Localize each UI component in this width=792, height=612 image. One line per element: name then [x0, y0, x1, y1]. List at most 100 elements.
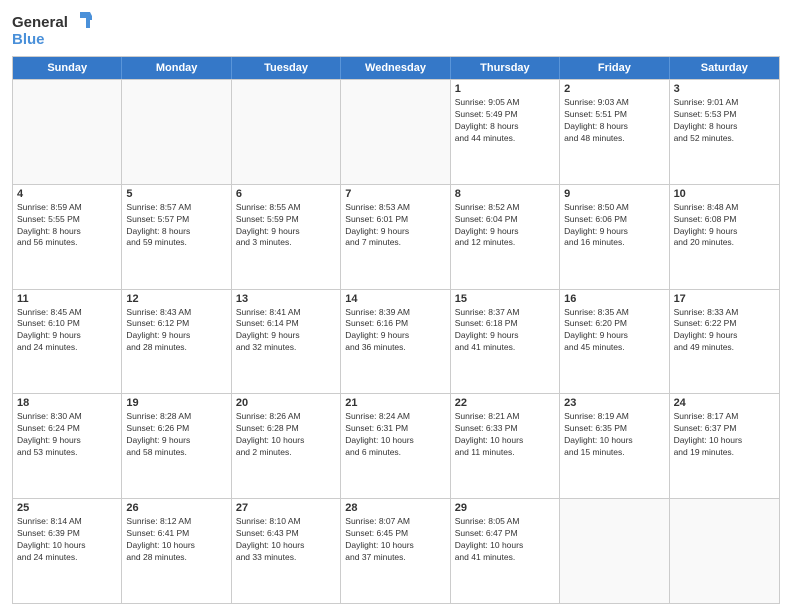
day-info: Sunrise: 8:05 AM Sunset: 6:47 PM Dayligh…: [455, 516, 555, 564]
day-number: 19: [126, 397, 226, 409]
day-info: Sunrise: 8:10 AM Sunset: 6:43 PM Dayligh…: [236, 516, 336, 564]
day-number: 29: [455, 502, 555, 514]
day-cell-22: 22Sunrise: 8:21 AM Sunset: 6:33 PM Dayli…: [451, 394, 560, 498]
day-cell-15: 15Sunrise: 8:37 AM Sunset: 6:18 PM Dayli…: [451, 290, 560, 394]
day-info: Sunrise: 8:07 AM Sunset: 6:45 PM Dayligh…: [345, 516, 445, 564]
day-number: 11: [17, 293, 117, 305]
day-number: 8: [455, 188, 555, 200]
day-info: Sunrise: 8:45 AM Sunset: 6:10 PM Dayligh…: [17, 307, 117, 355]
day-cell-2: 2 Sunrise: 9:03 AM Sunset: 5:51 PM Daylig…: [560, 80, 669, 184]
day-cell-25: 25 Sunrise: 8:14 AM Sunset: 6:39 PM Dayli…: [13, 499, 122, 603]
day-number: 13: [236, 293, 336, 305]
day-info: Sunrise: 8:50 AM Sunset: 6:06 PM Dayligh…: [564, 202, 664, 250]
day-header-monday: Monday: [122, 57, 231, 79]
day-info: Sunrise: 8:37 AM Sunset: 6:18 PM Dayligh…: [455, 307, 555, 355]
day-number: 1: [455, 83, 555, 95]
day-info: Sunrise: 9:01 AM Sunset: 5:53 PM Dayligh…: [674, 97, 775, 145]
logo-icon: General Blue: [12, 10, 92, 50]
day-number: 28: [345, 502, 445, 514]
day-cell-12: 12 Sunrise: 8:43 AM Sunset: 6:12 PM Dayli…: [122, 290, 231, 394]
day-cell-empty-0-2: [232, 80, 341, 184]
day-cell-14: 14Sunrise: 8:39 AM Sunset: 6:16 PM Dayli…: [341, 290, 450, 394]
day-number: 26: [126, 502, 226, 514]
calendar-header: SundayMondayTuesdayWednesdayThursdayFrid…: [13, 57, 779, 79]
day-number: 2: [564, 83, 664, 95]
calendar: SundayMondayTuesdayWednesdayThursdayFrid…: [12, 56, 780, 604]
day-cell-28: 28 Sunrise: 8:07 AM Sunset: 6:45 PM Dayli…: [341, 499, 450, 603]
day-cell-8: 8Sunrise: 8:52 AM Sunset: 6:04 PM Daylig…: [451, 185, 560, 289]
day-cell-1: 1 Sunrise: 9:05 AM Sunset: 5:49 PM Daylig…: [451, 80, 560, 184]
day-number: 25: [17, 502, 117, 514]
day-number: 20: [236, 397, 336, 409]
day-cell-empty-4-5: [560, 499, 669, 603]
day-info: Sunrise: 8:48 AM Sunset: 6:08 PM Dayligh…: [674, 202, 775, 250]
day-cell-empty-0-3: [341, 80, 450, 184]
day-cell-11: 11 Sunrise: 8:45 AM Sunset: 6:10 PM Dayli…: [13, 290, 122, 394]
day-info: Sunrise: 8:26 AM Sunset: 6:28 PM Dayligh…: [236, 411, 336, 459]
day-cell-24: 24 Sunrise: 8:17 AM Sunset: 6:37 PM Dayli…: [670, 394, 779, 498]
day-cell-18: 18 Sunrise: 8:30 AM Sunset: 6:24 PM Dayli…: [13, 394, 122, 498]
day-info: Sunrise: 8:28 AM Sunset: 6:26 PM Dayligh…: [126, 411, 226, 459]
day-cell-7: 7 Sunrise: 8:53 AM Sunset: 6:01 PM Daylig…: [341, 185, 450, 289]
day-number: 6: [236, 188, 336, 200]
day-info: Sunrise: 8:24 AM Sunset: 6:31 PM Dayligh…: [345, 411, 445, 459]
svg-text:Blue: Blue: [12, 31, 45, 48]
day-cell-empty-0-1: [122, 80, 231, 184]
day-cell-empty-4-6: [670, 499, 779, 603]
day-cell-9: 9 Sunrise: 8:50 AM Sunset: 6:06 PM Daylig…: [560, 185, 669, 289]
day-info: Sunrise: 9:05 AM Sunset: 5:49 PM Dayligh…: [455, 97, 555, 145]
page: General Blue SundayMondayTuesdayWednesda…: [0, 0, 792, 612]
day-number: 9: [564, 188, 664, 200]
day-cell-17: 17Sunrise: 8:33 AM Sunset: 6:22 PM Dayli…: [670, 290, 779, 394]
calendar-row-2: 11 Sunrise: 8:45 AM Sunset: 6:10 PM Dayli…: [13, 289, 779, 394]
day-number: 18: [17, 397, 117, 409]
day-number: 21: [345, 397, 445, 409]
day-number: 27: [236, 502, 336, 514]
day-number: 10: [674, 188, 775, 200]
day-info: Sunrise: 8:59 AM Sunset: 5:55 PM Dayligh…: [17, 202, 117, 250]
day-number: 22: [455, 397, 555, 409]
day-cell-27: 27 Sunrise: 8:10 AM Sunset: 6:43 PM Dayli…: [232, 499, 341, 603]
day-number: 3: [674, 83, 775, 95]
day-cell-23: 23Sunrise: 8:19 AM Sunset: 6:35 PM Dayli…: [560, 394, 669, 498]
calendar-row-4: 25 Sunrise: 8:14 AM Sunset: 6:39 PM Dayli…: [13, 498, 779, 603]
day-header-tuesday: Tuesday: [232, 57, 341, 79]
day-number: 7: [345, 188, 445, 200]
day-number: 16: [564, 293, 664, 305]
day-header-sunday: Sunday: [13, 57, 122, 79]
day-cell-21: 21 Sunrise: 8:24 AM Sunset: 6:31 PM Dayli…: [341, 394, 450, 498]
day-cell-26: 26 Sunrise: 8:12 AM Sunset: 6:41 PM Dayli…: [122, 499, 231, 603]
calendar-row-1: 4 Sunrise: 8:59 AM Sunset: 5:55 PM Daylig…: [13, 184, 779, 289]
svg-text:General: General: [12, 14, 68, 31]
day-cell-empty-0-0: [13, 80, 122, 184]
day-info: Sunrise: 8:43 AM Sunset: 6:12 PM Dayligh…: [126, 307, 226, 355]
day-info: Sunrise: 8:12 AM Sunset: 6:41 PM Dayligh…: [126, 516, 226, 564]
day-cell-16: 16 Sunrise: 8:35 AM Sunset: 6:20 PM Dayli…: [560, 290, 669, 394]
calendar-row-0: 1 Sunrise: 9:05 AM Sunset: 5:49 PM Daylig…: [13, 79, 779, 184]
day-info: Sunrise: 8:41 AM Sunset: 6:14 PM Dayligh…: [236, 307, 336, 355]
day-info: Sunrise: 8:17 AM Sunset: 6:37 PM Dayligh…: [674, 411, 775, 459]
day-header-saturday: Saturday: [670, 57, 779, 79]
day-info: Sunrise: 8:30 AM Sunset: 6:24 PM Dayligh…: [17, 411, 117, 459]
day-number: 24: [674, 397, 775, 409]
day-number: 12: [126, 293, 226, 305]
day-cell-13: 13 Sunrise: 8:41 AM Sunset: 6:14 PM Dayli…: [232, 290, 341, 394]
day-cell-5: 5 Sunrise: 8:57 AM Sunset: 5:57 PM Daylig…: [122, 185, 231, 289]
day-info: Sunrise: 8:55 AM Sunset: 5:59 PM Dayligh…: [236, 202, 336, 250]
day-info: Sunrise: 8:19 AM Sunset: 6:35 PM Dayligh…: [564, 411, 664, 459]
day-number: 4: [17, 188, 117, 200]
day-number: 5: [126, 188, 226, 200]
calendar-body: 1 Sunrise: 9:05 AM Sunset: 5:49 PM Daylig…: [13, 79, 779, 603]
day-header-friday: Friday: [560, 57, 669, 79]
day-cell-29: 29 Sunrise: 8:05 AM Sunset: 6:47 PM Dayli…: [451, 499, 560, 603]
day-info: Sunrise: 8:14 AM Sunset: 6:39 PM Dayligh…: [17, 516, 117, 564]
day-cell-6: 6 Sunrise: 8:55 AM Sunset: 5:59 PM Daylig…: [232, 185, 341, 289]
day-info: Sunrise: 9:03 AM Sunset: 5:51 PM Dayligh…: [564, 97, 664, 145]
day-info: Sunrise: 8:39 AM Sunset: 6:16 PM Dayligh…: [345, 307, 445, 355]
day-cell-20: 20 Sunrise: 8:26 AM Sunset: 6:28 PM Dayli…: [232, 394, 341, 498]
day-cell-3: 3 Sunrise: 9:01 AM Sunset: 5:53 PM Daylig…: [670, 80, 779, 184]
day-info: Sunrise: 8:53 AM Sunset: 6:01 PM Dayligh…: [345, 202, 445, 250]
day-info: Sunrise: 8:57 AM Sunset: 5:57 PM Dayligh…: [126, 202, 226, 250]
day-cell-10: 10 Sunrise: 8:48 AM Sunset: 6:08 PM Dayli…: [670, 185, 779, 289]
day-info: Sunrise: 8:35 AM Sunset: 6:20 PM Dayligh…: [564, 307, 664, 355]
